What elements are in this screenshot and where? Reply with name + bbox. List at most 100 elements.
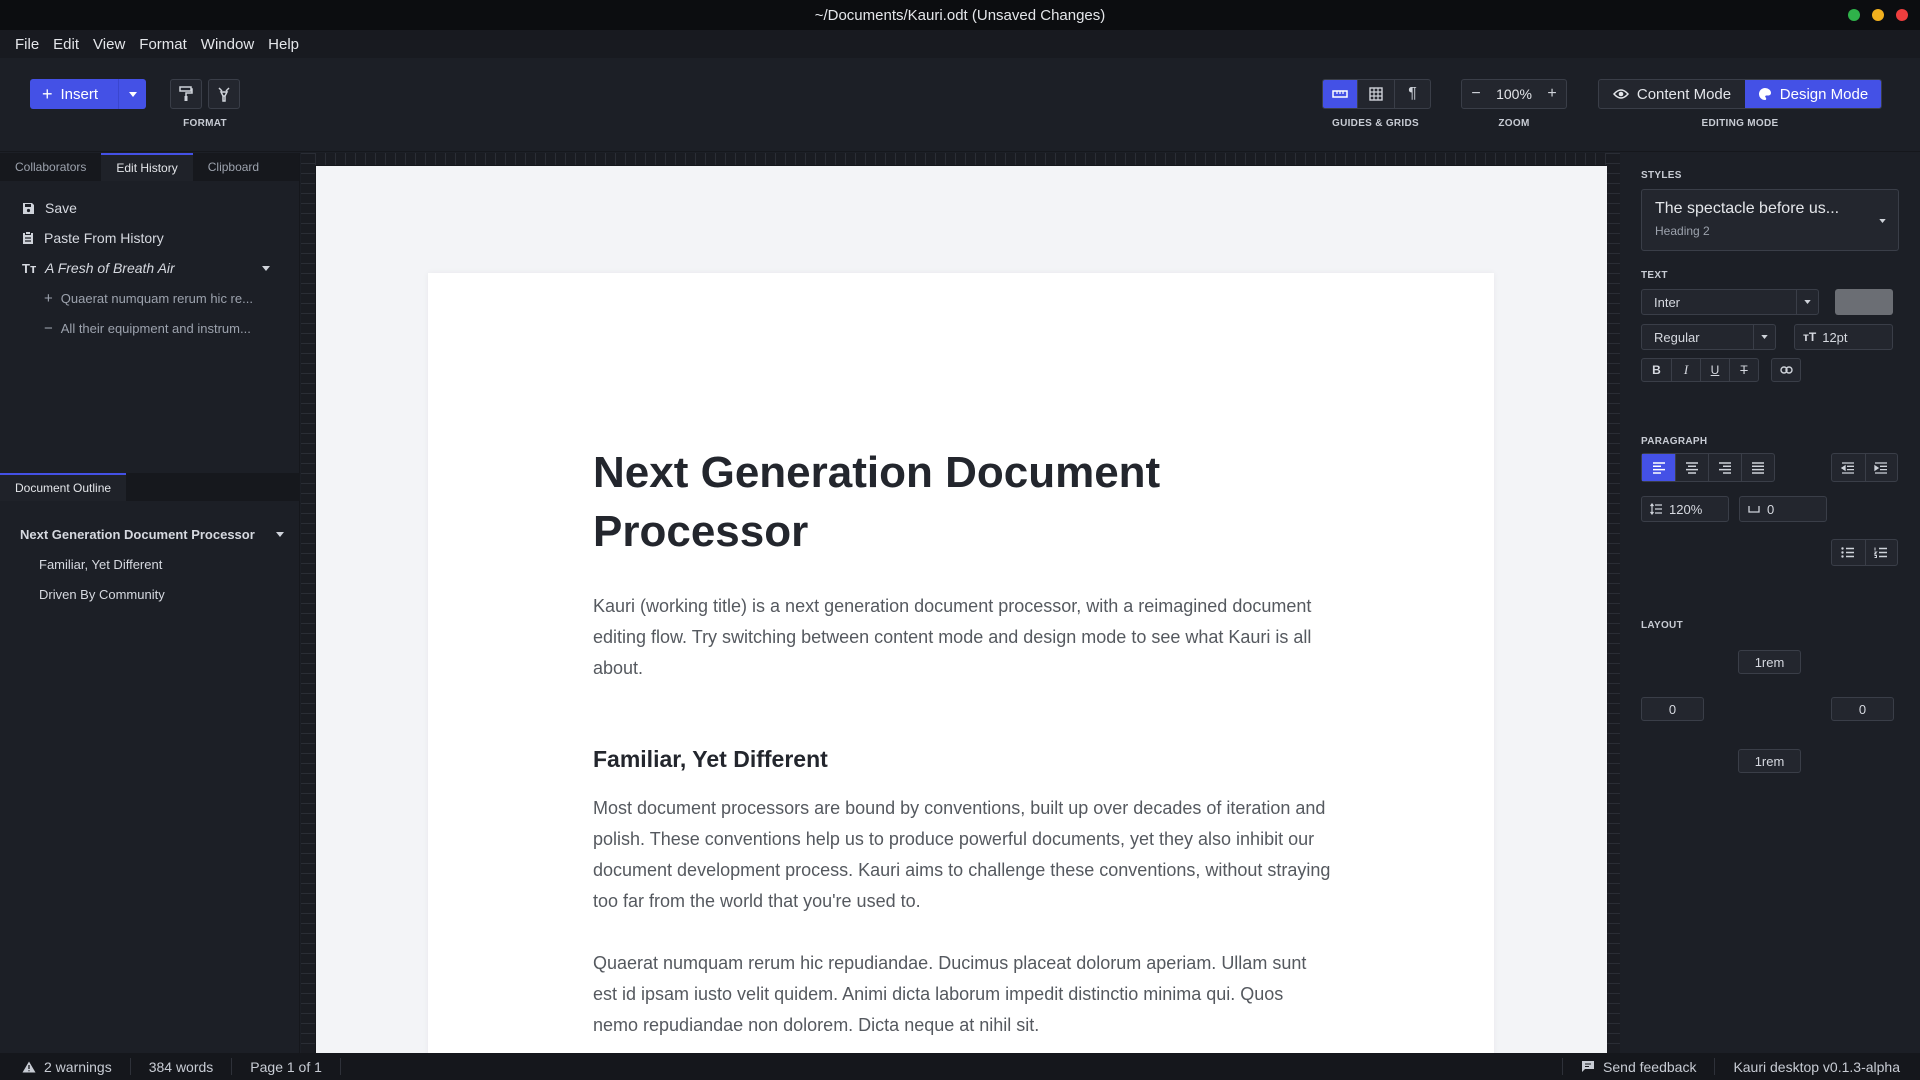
tab-document-outline[interactable]: Document Outline <box>0 473 127 501</box>
caret-down-icon <box>1879 219 1886 223</box>
minimize-button[interactable] <box>1872 9 1884 21</box>
insert-main[interactable]: + Insert <box>30 79 118 109</box>
grid-toggle[interactable] <box>1357 80 1394 108</box>
insert-button[interactable]: + Insert <box>30 79 146 109</box>
align-right-button[interactable] <box>1708 454 1741 481</box>
format-highlight-button[interactable] <box>208 79 240 109</box>
history-save[interactable]: Save <box>0 193 299 223</box>
warnings-status[interactable]: 2 warnings <box>0 1058 131 1075</box>
close-button[interactable] <box>1896 9 1908 21</box>
font-family-select[interactable]: Inter <box>1641 289 1819 315</box>
tab-edit-history[interactable]: Edit History <box>101 153 193 181</box>
menu-format[interactable]: Format <box>139 36 187 53</box>
doc-heading-1[interactable]: Next Generation Document Processor <box>593 443 1333 561</box>
align-center-button[interactable] <box>1675 454 1708 481</box>
font-weight-dropdown[interactable] <box>1753 325 1775 349</box>
layout-top-input[interactable]: 1rem <box>1738 650 1801 674</box>
doc-paragraph-1[interactable]: Kauri (working title) is a next generati… <box>593 591 1333 684</box>
tab-clipboard[interactable]: Clipboard <box>193 153 274 181</box>
outline-item-community[interactable]: Driven By Community <box>0 579 300 609</box>
doc-paragraph-2[interactable]: Most document processors are bound by co… <box>593 793 1333 917</box>
link-button[interactable] <box>1771 358 1801 382</box>
menu-view[interactable]: View <box>93 36 125 53</box>
strikethrough-icon: T <box>1740 363 1748 377</box>
palette-icon <box>1758 88 1771 100</box>
align-justify-button[interactable] <box>1741 454 1774 481</box>
paint-roller-icon <box>179 86 193 101</box>
paragraph-spacing-input[interactable]: 0 <box>1739 496 1827 522</box>
minus-icon: − <box>1471 85 1481 102</box>
menu-file[interactable]: File <box>15 36 39 53</box>
outline-item-familiar[interactable]: Familiar, Yet Different <box>0 549 300 579</box>
font-weight-select[interactable]: Regular <box>1641 324 1776 350</box>
send-feedback-button[interactable]: Send feedback <box>1562 1058 1714 1075</box>
layout-bottom-value: 1rem <box>1754 753 1785 769</box>
doc-heading-2[interactable]: Familiar, Yet Different <box>593 746 1333 773</box>
document-canvas: Next Generation Document Processor Kauri… <box>301 153 1620 1066</box>
zoom-in-button[interactable]: + <box>1538 80 1566 108</box>
menu-edit[interactable]: Edit <box>53 36 79 53</box>
content-mode-button[interactable]: Content Mode <box>1599 80 1745 108</box>
history-paste[interactable]: Paste From History <box>0 223 299 253</box>
text-color-swatch[interactable] <box>1835 289 1893 315</box>
strikethrough-button[interactable]: T <box>1729 359 1758 381</box>
bullet-list-icon <box>1841 547 1855 558</box>
plus-icon: + <box>44 289 53 307</box>
zoom-out-button[interactable]: − <box>1462 80 1490 108</box>
outline-item-top[interactable]: Next Generation Document Processor <box>0 519 300 549</box>
history-entry[interactable]: Tт A Fresh of Breath Air <box>0 253 299 283</box>
format-painter-button[interactable] <box>170 79 202 109</box>
bold-button[interactable]: B <box>1642 359 1671 381</box>
plus-icon: + <box>1547 85 1557 102</box>
text-label: TEXT <box>1641 270 1668 281</box>
align-left-button[interactable] <box>1642 454 1675 481</box>
style-preview: The spectacle before us... <box>1655 200 1840 217</box>
numbered-list-icon <box>1874 547 1888 558</box>
zoom-value[interactable]: 100% <box>1490 80 1538 108</box>
eye-icon <box>1612 89 1629 99</box>
font-family-dropdown[interactable] <box>1796 290 1818 314</box>
history-sub-remove[interactable]: − All their equipment and instrum... <box>0 313 299 343</box>
indent-button[interactable] <box>1864 454 1898 481</box>
layout-top-value: 1rem <box>1754 654 1785 670</box>
ruler-toggle[interactable] <box>1323 80 1357 108</box>
underline-button[interactable]: U <box>1700 359 1729 381</box>
style-select[interactable]: The spectacle before us... Heading 2 <box>1641 189 1899 251</box>
history-sub-add[interactable]: + Quaerat numquam rerum hic re... <box>0 283 299 313</box>
line-height-input[interactable]: 120% <box>1641 496 1729 522</box>
history-sub-remove-label: All their equipment and instrum... <box>60 320 251 336</box>
design-mode-button[interactable]: Design Mode <box>1745 80 1881 108</box>
layout-bottom-input[interactable]: 1rem <box>1738 749 1801 773</box>
caret-down-icon[interactable] <box>276 532 284 537</box>
tab-collaborators[interactable]: Collaborators <box>0 153 101 181</box>
page-content: Next Generation Document Processor Kauri… <box>593 443 1333 1041</box>
italic-button[interactable]: I <box>1671 359 1700 381</box>
layout-right-input[interactable]: 0 <box>1831 697 1894 721</box>
zoom-group: − 100% + <box>1461 79 1567 109</box>
vertical-ruler <box>301 153 315 1053</box>
warning-icon <box>22 1061 36 1072</box>
guides-group-label: GUIDES & GRIDS <box>1332 118 1419 129</box>
pilcrow-toggle[interactable]: ¶ <box>1394 80 1430 108</box>
numbered-list-button[interactable] <box>1864 540 1898 565</box>
title-bar: ~/Documents/Kauri.odt (Unsaved Changes) <box>0 0 1920 30</box>
history-paste-label: Paste From History <box>44 230 164 246</box>
maximize-button[interactable] <box>1848 9 1860 21</box>
menu-window[interactable]: Window <box>201 36 254 53</box>
layout-left-input[interactable]: 0 <box>1641 697 1704 721</box>
doc-paragraph-3[interactable]: Quaerat numquam rerum hic repudiandae. D… <box>593 948 1333 1041</box>
app-version: Kauri desktop v0.1.3-alpha <box>1714 1058 1920 1075</box>
styles-label: STYLES <box>1641 170 1682 181</box>
font-size-input[interactable]: ᴛT 12pt <box>1794 324 1893 350</box>
insert-dropdown-button[interactable] <box>118 79 146 109</box>
spacing-icon <box>1748 506 1760 513</box>
menu-help[interactable]: Help <box>268 36 299 53</box>
outdent-button[interactable] <box>1832 454 1865 481</box>
document-page[interactable]: Next Generation Document Processor Kauri… <box>428 273 1494 1066</box>
indent-icon <box>1874 461 1888 474</box>
text-style-icon: Tт <box>22 260 37 276</box>
history-save-label: Save <box>45 200 77 216</box>
caret-down-icon[interactable] <box>262 266 270 271</box>
bullet-list-button[interactable] <box>1832 540 1865 565</box>
window-controls <box>1848 9 1908 21</box>
